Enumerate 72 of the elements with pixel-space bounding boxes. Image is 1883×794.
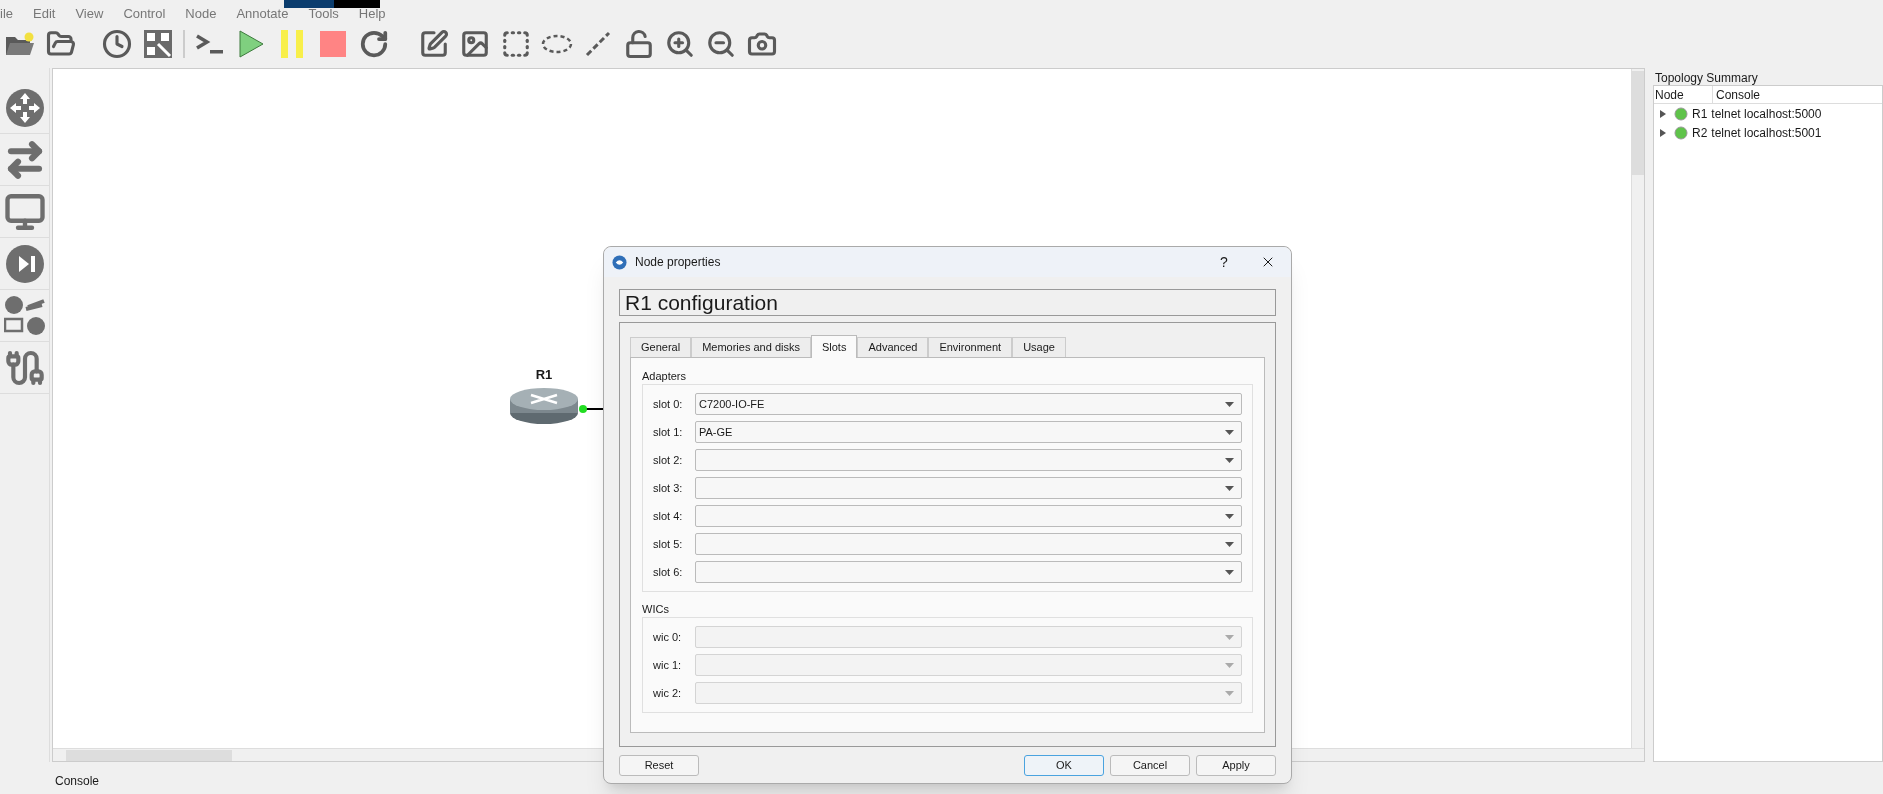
menu-item[interactable]: Edit (33, 7, 56, 21)
column-header[interactable]: Node (1654, 86, 1713, 103)
slot-label: slot 6: (653, 564, 684, 580)
menu-item[interactable]: Node (185, 7, 217, 21)
dialog-button[interactable]: Apply (1196, 755, 1276, 776)
console-address: telnet localhost:5000 (1711, 105, 1822, 123)
slot-label: slot 5: (653, 536, 684, 552)
label-edit-icon[interactable] (142, 28, 174, 60)
dropdown[interactable]: PA-GE (695, 421, 1242, 443)
node-name: R1 (1692, 105, 1708, 123)
menu-item[interactable]: Tools (308, 7, 339, 21)
expand-arrow-icon[interactable] (1660, 109, 1666, 118)
dock-title: Topology Summary (1654, 70, 1759, 85)
menu-item[interactable]: ile (0, 7, 13, 21)
help-button[interactable]: ? (1209, 251, 1239, 273)
caret-icon (1225, 401, 1234, 407)
node-name: R2 (1692, 124, 1708, 142)
reload-icon[interactable] (358, 28, 390, 60)
tab[interactable]: Advanced (857, 337, 929, 357)
dialog-heading: R1 configuration (619, 289, 1276, 316)
caret-icon (1225, 485, 1234, 491)
status-dot-icon (1674, 125, 1688, 140)
caret-icon (1225, 513, 1234, 519)
dialog-button[interactable]: OK (1024, 755, 1104, 776)
slot-label: slot 3: (653, 480, 684, 496)
group-title: Adapters (642, 369, 688, 384)
router-icon[interactable] (4, 87, 45, 128)
app-logo-icon (612, 254, 627, 270)
dock-title: Console (55, 773, 100, 790)
unlock-icon[interactable] (623, 28, 655, 60)
slot-label: wic 1: (653, 657, 683, 673)
menu-item[interactable]: View (75, 7, 104, 21)
clock-icon[interactable] (101, 28, 133, 60)
dialog-button[interactable]: Reset (619, 755, 699, 776)
dropdown[interactable]: C7200-IO-FE (695, 393, 1242, 415)
dialog-title: Node properties (635, 254, 722, 271)
caret-icon (1225, 541, 1234, 547)
caret-icon (1225, 662, 1234, 668)
caret-icon (1225, 634, 1234, 640)
console-address: telnet localhost:5001 (1711, 124, 1822, 142)
status-dot-icon (1674, 106, 1688, 121)
tab[interactable]: Environment (928, 337, 1013, 357)
all-devices-icon[interactable] (3, 294, 46, 337)
menu-item[interactable]: Annotate (236, 7, 289, 21)
skip-icon[interactable] (4, 243, 45, 284)
group-title: WICs (642, 602, 670, 617)
expand-arrow-icon[interactable] (1660, 128, 1666, 137)
slot-label: wic 2: (653, 685, 683, 701)
note-edit-icon[interactable] (418, 28, 450, 60)
node-label: R1 (535, 366, 553, 384)
tab[interactable]: Memories and disks (691, 337, 811, 357)
menu-item[interactable]: Control (123, 7, 166, 21)
caret-icon (1225, 569, 1234, 575)
rectangle-icon[interactable] (500, 28, 532, 60)
slot-label: wic 0: (653, 629, 683, 645)
tab[interactable]: General (630, 337, 692, 357)
image-icon[interactable] (459, 28, 491, 60)
caret-icon (1225, 690, 1234, 696)
vertical-scrollbar[interactable] (1631, 69, 1644, 748)
slot-label: slot 4: (653, 508, 684, 524)
zoom-out-icon[interactable] (705, 28, 737, 60)
column-header[interactable]: Console (1713, 86, 1882, 103)
zoom-in-icon[interactable] (664, 28, 696, 60)
tab[interactable]: Slots (810, 335, 858, 358)
slot-label: slot 0: (653, 396, 684, 412)
caret-icon (1225, 429, 1234, 435)
dialog-button[interactable]: Cancel (1110, 755, 1190, 776)
slot-label: slot 1: (653, 424, 684, 440)
menu-item[interactable]: Help (358, 7, 386, 21)
tab[interactable]: Usage (1012, 337, 1066, 357)
slot-label: slot 2: (653, 452, 684, 468)
caret-icon (1225, 457, 1234, 463)
